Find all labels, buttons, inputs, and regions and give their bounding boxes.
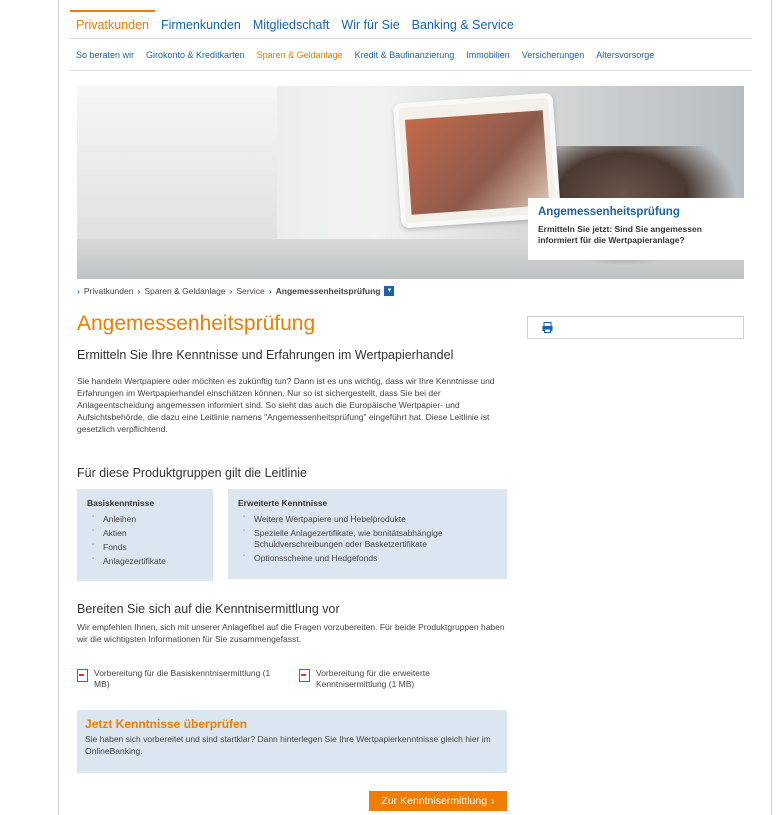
- nav-divider: [70, 38, 752, 39]
- cta-title: Jetzt Kenntnisse überprüfen: [85, 717, 248, 731]
- subnav-so-beraten-wir[interactable]: So beraten wir: [76, 50, 134, 60]
- button-label: Zur Kenntnisermittlung: [381, 795, 488, 807]
- list-item: Anlagezertifikate: [87, 556, 213, 567]
- nav-wir-fuer-sie[interactable]: Wir für Sie: [335, 12, 405, 38]
- breadcrumb-privatkunden[interactable]: Privatkunden: [84, 286, 134, 296]
- vorbereitung-text: Wir empfehlen Ihnen, sich mit unserer An…: [77, 622, 505, 644]
- section-heading-kenntnisse: Ermitteln Sie Ihre Kenntnisse und Erfahr…: [77, 348, 454, 362]
- hero-teaser-text: Ermitteln Sie jetzt: Sind Sie angemessen…: [538, 224, 702, 246]
- breadcrumb-service[interactable]: Service: [236, 286, 264, 296]
- nav-privatkunden[interactable]: Privatkunden: [70, 10, 155, 38]
- pdf-icon: [77, 669, 88, 682]
- erweitert-title: Erweiterte Kenntnisse: [238, 498, 328, 508]
- cta-box: Jetzt Kenntnisse überprüfen Sie haben si…: [77, 710, 507, 773]
- basis-box: Basiskenntnisse Anleihen Aktien Fonds An…: [77, 489, 213, 581]
- page-title: Angemessenheitsprüfung: [77, 312, 316, 335]
- breadcrumb-current: Angemessenheitsprüfung: [275, 286, 381, 296]
- download-erweitert[interactable]: Vorbereitung für die erweiterte Kenntnis…: [299, 668, 469, 690]
- cta-text: Sie haben sich vorbereitet und sind star…: [85, 734, 491, 756]
- list-item: Fonds: [87, 542, 213, 553]
- main-navigation: Privatkunden Firmenkunden Mitgliedschaft…: [70, 10, 520, 38]
- erweitert-box: Erweiterte Kenntnisse Weitere Wertpapier…: [228, 489, 507, 579]
- subnav-kredit[interactable]: Kredit & Baufinanzierung: [355, 50, 455, 60]
- basis-list: Anleihen Aktien Fonds Anlagezertifikate: [87, 514, 213, 567]
- subnav-sparen[interactable]: Sparen & Geldanlage: [257, 50, 343, 60]
- chevron-right-icon: ›: [491, 795, 495, 807]
- breadcrumb: › Privatkunden › Sparen & Geldanlage › S…: [77, 286, 395, 296]
- list-item: Optionsscheine und Hedgefonds: [238, 553, 497, 564]
- section-heading-produktgruppen: Für diese Produktgruppen gilt die Leitli…: [77, 466, 307, 480]
- basis-title: Basiskenntnisse: [87, 498, 155, 508]
- print-box: [527, 316, 744, 339]
- subnav-divider: [70, 70, 752, 71]
- kenntnisermittlung-button[interactable]: Zur Kenntnisermittlung ›: [369, 791, 507, 811]
- nav-mitgliedschaft[interactable]: Mitgliedschaft: [247, 12, 335, 38]
- intro-text: Sie handeln Wertpapiere oder möchten es …: [77, 376, 495, 434]
- list-item: Anleihen: [87, 514, 213, 525]
- section-heading-vorbereitung: Bereiten Sie sich auf die Kenntnisermitt…: [77, 602, 340, 616]
- download-erweitert-label[interactable]: Vorbereitung für die erweiterte Kenntnis…: [316, 668, 469, 690]
- print-icon[interactable]: [542, 322, 553, 333]
- breadcrumb-arrow-icon: ›: [229, 286, 233, 296]
- breadcrumb-sparen[interactable]: Sparen & Geldanlage: [144, 286, 225, 296]
- breadcrumb-arrow-icon: ›: [77, 286, 80, 296]
- subnav-altersvorsorge[interactable]: Altersvorsorge: [596, 50, 654, 60]
- nav-banking-service[interactable]: Banking & Service: [406, 12, 520, 38]
- download-basis-label[interactable]: Vorbereitung für die Basiskenntnisermitt…: [94, 668, 287, 690]
- nav-firmenkunden[interactable]: Firmenkunden: [155, 12, 247, 38]
- hero-teaser[interactable]: Angemessenheitsprüfung Ermitteln Sie jet…: [528, 198, 744, 260]
- breadcrumb-arrow-icon: ›: [268, 286, 272, 296]
- list-item: Weitere Wertpapiere und Hebelprodukte: [238, 514, 497, 525]
- download-basis[interactable]: Vorbereitung für die Basiskenntnisermitt…: [77, 668, 287, 690]
- list-item: Spezielle Anlagezertifikate, wie bonität…: [238, 528, 497, 550]
- subnav-versicherungen[interactable]: Versicherungen: [522, 50, 585, 60]
- pdf-icon: [299, 669, 310, 682]
- subnav-immobilien[interactable]: Immobilien: [466, 50, 510, 60]
- hero-teaser-title: Angemessenheitsprüfung: [538, 206, 680, 218]
- breadcrumb-arrow-icon: ›: [137, 286, 141, 296]
- list-item: Aktien: [87, 528, 213, 539]
- sub-navigation: So beraten wir Girokonto & Kreditkarten …: [76, 50, 654, 60]
- erweitert-list: Weitere Wertpapiere und Hebelprodukte Sp…: [238, 514, 497, 564]
- chevron-down-icon[interactable]: ▾: [384, 286, 395, 296]
- subnav-girokonto[interactable]: Girokonto & Kreditkarten: [146, 50, 245, 60]
